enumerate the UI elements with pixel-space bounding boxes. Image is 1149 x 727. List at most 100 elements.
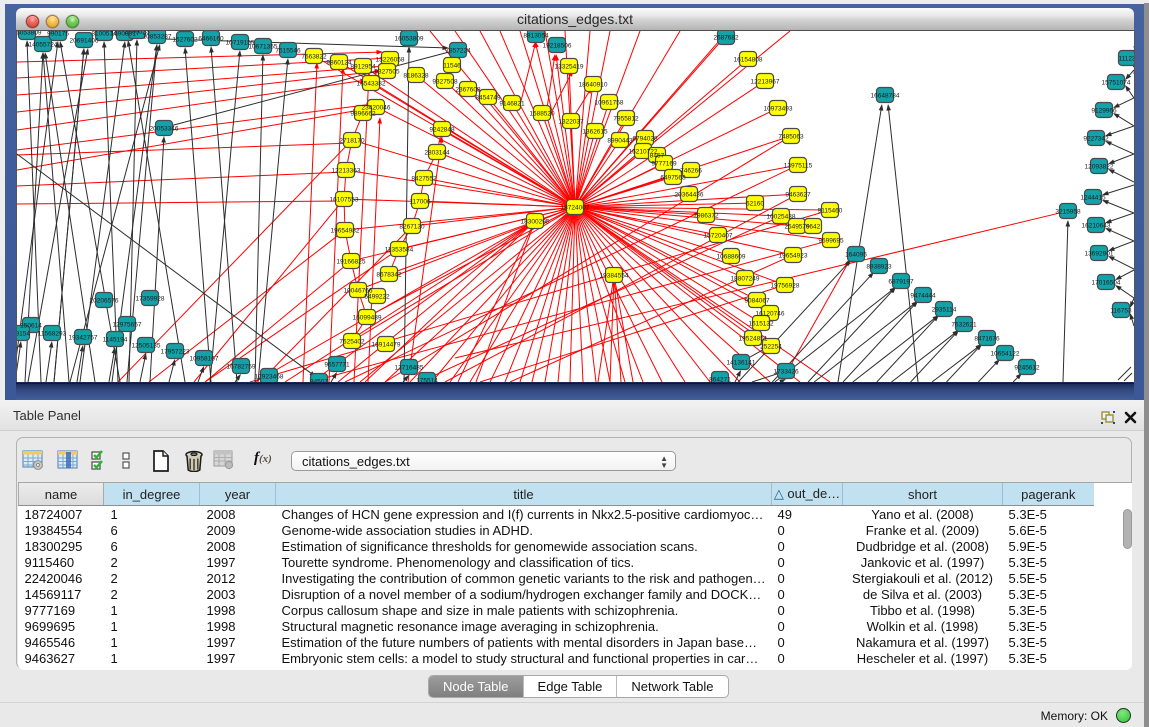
svg-text:1588520: 1588520 <box>529 110 555 117</box>
svg-text:94507: 94507 <box>310 378 328 382</box>
svg-text:7632621: 7632621 <box>951 321 977 328</box>
svg-text:150614: 150614 <box>20 322 42 329</box>
svg-text:20691406: 20691406 <box>70 37 99 44</box>
svg-text:16210643: 16210643 <box>1082 222 1111 229</box>
svg-text:10671355: 10671355 <box>249 43 278 50</box>
svg-text:20053346: 20053346 <box>150 125 179 132</box>
svg-text:11568293: 11568293 <box>38 330 67 337</box>
svg-text:6879197: 6879197 <box>888 278 914 285</box>
svg-text:16154808: 16154808 <box>734 56 763 63</box>
svg-text:8427552: 8427552 <box>411 175 437 182</box>
svg-text:13226058: 13226058 <box>376 56 405 63</box>
svg-text:9699695: 9699695 <box>818 237 844 244</box>
svg-text:2687682: 2687682 <box>713 34 739 41</box>
svg-text:7986372: 7986372 <box>693 212 719 219</box>
svg-text:6466160: 6466160 <box>198 35 224 42</box>
svg-text:7515546: 7515546 <box>275 47 301 54</box>
svg-text:8938923: 8938923 <box>866 263 892 270</box>
svg-text:9242848: 9242848 <box>429 126 455 133</box>
svg-text:16543382: 16543382 <box>357 80 386 87</box>
svg-text:7663822: 7663822 <box>301 53 327 60</box>
svg-text:9146821: 9146821 <box>499 100 525 107</box>
svg-text:1615132: 1615132 <box>748 320 774 327</box>
svg-text:8990443: 8990443 <box>607 137 633 144</box>
svg-text:62160: 62160 <box>746 200 764 207</box>
svg-text:1244415: 1244415 <box>1080 194 1106 201</box>
svg-text:12093822: 12093822 <box>1085 163 1114 170</box>
svg-text:13325419: 13325419 <box>555 63 584 70</box>
svg-text:18300295: 18300295 <box>521 218 550 225</box>
svg-text:8471676: 8471676 <box>974 335 1000 342</box>
svg-text:9327508: 9327508 <box>432 78 458 85</box>
svg-text:9860124: 9860124 <box>326 59 352 66</box>
svg-text:10958167: 10958167 <box>190 355 219 362</box>
svg-text:13692901: 13692901 <box>1085 250 1114 257</box>
svg-text:3215958: 3215958 <box>1055 208 1081 215</box>
svg-text:7485063: 7485063 <box>778 133 804 140</box>
svg-text:12213363: 12213363 <box>332 167 361 174</box>
svg-text:1145194: 1145194 <box>103 336 128 343</box>
svg-text:11353584: 11353584 <box>385 246 414 253</box>
svg-text:19654982: 19654982 <box>331 227 360 234</box>
svg-text:14136141: 14136141 <box>727 359 756 366</box>
svg-text:746266: 746266 <box>680 167 702 174</box>
svg-text:20364436: 20364436 <box>675 191 704 198</box>
svg-text:252254: 252254 <box>760 343 782 350</box>
svg-text:10853287: 10853287 <box>143 33 172 40</box>
svg-text:19756928: 19756928 <box>771 282 800 289</box>
svg-text:19384554: 19384554 <box>600 272 629 279</box>
svg-text:9896662: 9896662 <box>350 110 376 117</box>
svg-text:1733426: 1733426 <box>773 368 799 375</box>
svg-text:1322037: 1322037 <box>558 118 584 125</box>
svg-text:20206576: 20206576 <box>90 297 119 304</box>
svg-text:864271: 864271 <box>709 376 731 382</box>
svg-text:8454749: 8454749 <box>475 94 501 101</box>
svg-text:10688609: 10688609 <box>717 253 746 260</box>
svg-text:16053809: 16053809 <box>17 31 42 36</box>
svg-text:17359928: 17359928 <box>136 295 165 302</box>
svg-text:175514: 175514 <box>416 377 438 382</box>
svg-text:19166825: 19166825 <box>337 258 366 265</box>
svg-text:13716485: 13716485 <box>395 364 424 371</box>
svg-text:10961758: 10961758 <box>595 99 624 106</box>
svg-text:19524851: 19524851 <box>739 335 768 342</box>
svg-text:12505135: 12505135 <box>132 342 161 349</box>
svg-text:9463627: 9463627 <box>785 191 811 198</box>
svg-text:7955812: 7955812 <box>613 115 639 122</box>
svg-text:11123: 11123 <box>1118 55 1134 62</box>
svg-text:990175: 990175 <box>47 31 69 37</box>
svg-text:117006: 117006 <box>409 198 431 205</box>
svg-text:2803144: 2803144 <box>424 149 450 156</box>
svg-text:19342757: 19342757 <box>69 334 98 341</box>
svg-text:16053809: 16053809 <box>395 35 424 42</box>
svg-text:18807249: 18807249 <box>731 275 760 282</box>
svg-text:39154: 39154 <box>17 330 30 337</box>
svg-text:16120746: 16120746 <box>756 310 785 317</box>
svg-text:16648784: 16648784 <box>871 92 900 99</box>
svg-text:12923468: 12923468 <box>255 373 284 380</box>
svg-text:8457: 8457 <box>650 152 665 159</box>
svg-text:1362615: 1362615 <box>582 128 608 135</box>
svg-text:2718170: 2718170 <box>339 137 365 144</box>
svg-text:9084067: 9084067 <box>744 297 770 304</box>
svg-text:15720407: 15720407 <box>704 232 733 239</box>
svg-text:18640910: 18640910 <box>579 81 608 88</box>
svg-text:16107553: 16107553 <box>330 196 359 203</box>
svg-text:6794028: 6794028 <box>632 135 658 142</box>
svg-text:19218506: 19218506 <box>543 42 572 49</box>
svg-text:18724007: 18724007 <box>561 204 590 211</box>
svg-text:8267130: 8267130 <box>399 223 425 230</box>
svg-text:14055724: 14055724 <box>29 41 58 48</box>
svg-text:17957223: 17957223 <box>161 348 190 355</box>
svg-text:12213967: 12213967 <box>751 78 780 85</box>
svg-text:17016504: 17016504 <box>1092 279 1121 286</box>
svg-text:16782759: 16782759 <box>227 363 256 370</box>
svg-text:9657771: 9657771 <box>324 361 350 368</box>
svg-text:19654923: 19654923 <box>779 252 808 259</box>
svg-text:7625402: 7625402 <box>339 338 365 345</box>
svg-text:9129966: 9129966 <box>1091 107 1117 114</box>
svg-text:8813054: 8813054 <box>523 32 549 39</box>
svg-text:9474444: 9474444 <box>910 292 936 299</box>
svg-text:12975657: 12975657 <box>113 321 142 328</box>
svg-text:2367608: 2367608 <box>455 86 481 93</box>
